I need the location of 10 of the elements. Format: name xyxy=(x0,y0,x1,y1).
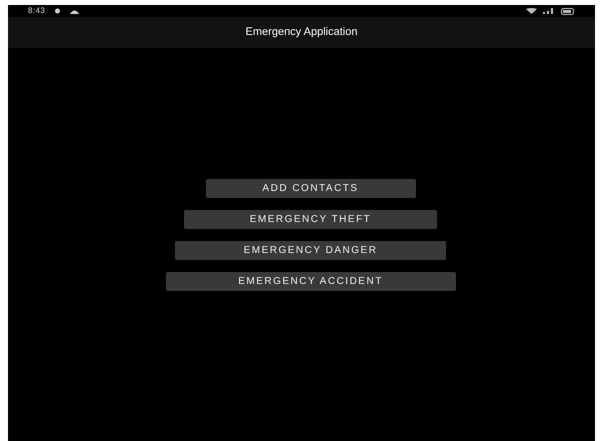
action-button[interactable]: ADD CONTACTS xyxy=(206,179,416,198)
action-button[interactable]: EMERGENCY ACCIDENT xyxy=(166,272,456,291)
wifi-icon xyxy=(526,8,537,14)
app-title: Emergency Application xyxy=(246,25,358,40)
battery-icon xyxy=(561,8,575,14)
signal-icon xyxy=(543,8,555,14)
notification-icon xyxy=(53,8,62,14)
action-button[interactable]: EMERGENCY DANGER xyxy=(175,241,446,260)
status-time: 8:43 xyxy=(28,7,46,15)
action-button[interactable]: EMERGENCY THEFT xyxy=(184,210,437,229)
